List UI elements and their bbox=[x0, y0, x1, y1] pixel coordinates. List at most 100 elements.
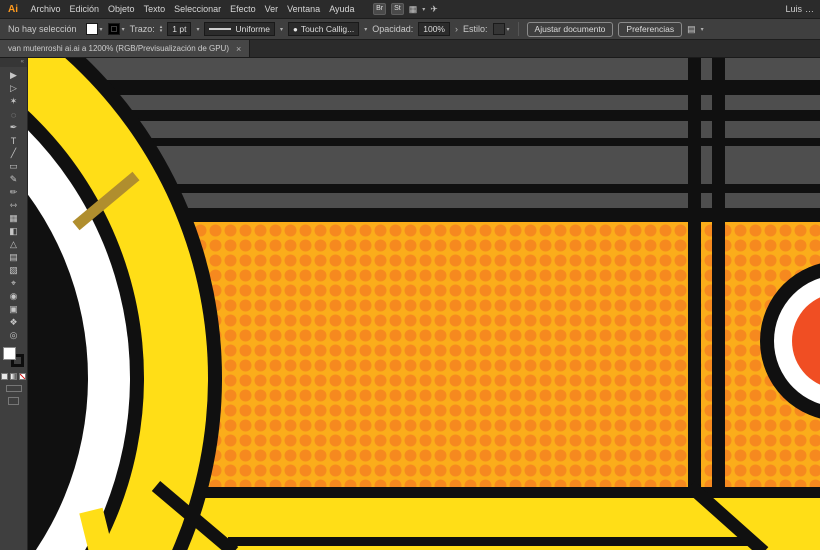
stripe bbox=[28, 110, 820, 121]
style-swatch[interactable] bbox=[493, 23, 505, 35]
preferences-button[interactable]: Preferencias bbox=[618, 22, 682, 37]
screen-mode-button[interactable] bbox=[8, 397, 19, 405]
menubar: Ai ArchivoEdiciónObjetoTextoSeleccionarE… bbox=[0, 0, 820, 18]
menubar-icons: Br St ▦ ▾ ✈ bbox=[373, 3, 438, 15]
selection-status: No hay selección bbox=[8, 24, 77, 34]
workspace-icon[interactable]: ▦ bbox=[409, 4, 418, 15]
stroke-profile-dropdown[interactable]: Uniforme bbox=[204, 22, 274, 36]
user-menu[interactable]: Luis … bbox=[785, 4, 814, 14]
drawing-mode-button[interactable] bbox=[6, 385, 22, 392]
magic-wand-tool[interactable]: ✶ bbox=[0, 95, 27, 108]
style-control[interactable]: ▾ bbox=[493, 23, 510, 35]
artboard-tool[interactable]: ▣ bbox=[0, 303, 27, 316]
stock-badge[interactable]: St bbox=[391, 3, 404, 15]
brush-dropdown[interactable]: ● Touch Callig... bbox=[288, 22, 359, 36]
chevron-down-icon[interactable]: ▾ bbox=[122, 26, 125, 33]
chevron-down-icon[interactable]: ▾ bbox=[100, 26, 103, 33]
tab-bar-empty bbox=[250, 40, 820, 57]
chevron-down-icon[interactable]: ▾ bbox=[701, 26, 704, 33]
pen-tool[interactable]: ✒ bbox=[0, 121, 27, 134]
menu-item[interactable]: Seleccionar bbox=[170, 0, 226, 18]
opacity-panel-chevron-icon[interactable]: › bbox=[455, 24, 458, 34]
rectangle-tool[interactable]: ▭ bbox=[0, 160, 27, 173]
tools-panel: « ▶ ▷ ✶ ◌ ✒ T ╱ ▭ bbox=[0, 58, 28, 550]
stroke-color-control[interactable]: ▾ bbox=[108, 23, 125, 35]
stroke-profile-icon bbox=[209, 28, 231, 30]
tab-bar: van mutenroshi ai.ai a 1200% (RGB/Previs… bbox=[0, 40, 820, 58]
gradient-tool[interactable]: ▧ bbox=[0, 264, 27, 277]
artwork bbox=[28, 58, 820, 550]
main-area: « ▶ ▷ ✶ ◌ ✒ T ╱ ▭ bbox=[0, 58, 820, 550]
bridge-badge[interactable]: Br bbox=[373, 3, 386, 15]
stroke-weight-stepper[interactable]: ▴ ▾ bbox=[160, 25, 163, 33]
close-tab-icon[interactable]: × bbox=[236, 44, 241, 54]
gradient-button[interactable] bbox=[10, 373, 17, 380]
menu-list: ArchivoEdiciónObjetoTextoSeleccionarEfec… bbox=[26, 0, 359, 18]
none-button[interactable] bbox=[19, 373, 26, 380]
chevron-down-icon[interactable]: ▾ bbox=[196, 26, 199, 33]
chevron-down-icon[interactable]: ▾ bbox=[422, 6, 425, 13]
menu-item[interactable]: Ver bbox=[260, 0, 283, 18]
stepper-down-icon[interactable]: ▾ bbox=[160, 29, 163, 33]
free-transform-tool[interactable]: ▦ bbox=[0, 212, 27, 225]
style-label: Estilo: bbox=[463, 24, 488, 34]
document-tab[interactable]: van mutenroshi ai.ai a 1200% (RGB/Previs… bbox=[0, 40, 250, 57]
fill-color-control[interactable]: ▾ bbox=[86, 23, 103, 35]
fill-indicator[interactable] bbox=[3, 347, 16, 360]
opacity-field[interactable]: 100% bbox=[418, 22, 450, 36]
menu-item[interactable]: Objeto bbox=[104, 0, 140, 18]
opacity-label: Opacidad: bbox=[372, 24, 413, 34]
paintbrush-tool[interactable]: ✎ bbox=[0, 173, 27, 186]
brush-icon: ● bbox=[293, 25, 298, 34]
brush-value: Touch Callig... bbox=[301, 24, 354, 34]
fit-document-button[interactable]: Ajustar documento bbox=[527, 22, 614, 37]
stroke-profile-value: Uniforme bbox=[235, 24, 269, 34]
tool-list: ▶ ▷ ✶ ◌ ✒ T ╱ ▭ ✎ ✏ bbox=[0, 67, 27, 342]
chevron-down-icon[interactable]: ▾ bbox=[280, 26, 283, 33]
color-button[interactable] bbox=[1, 373, 8, 380]
menu-item[interactable]: Texto bbox=[139, 0, 170, 18]
menu-item[interactable]: Archivo bbox=[26, 0, 65, 18]
menu-item[interactable]: Edición bbox=[65, 0, 104, 18]
divider bbox=[518, 22, 519, 36]
arrange-documents-icon[interactable]: ▤ bbox=[687, 24, 696, 35]
stripe bbox=[28, 80, 820, 95]
stroke-weight-label: Trazo: bbox=[130, 24, 155, 34]
blend-tool[interactable]: ◉ bbox=[0, 290, 27, 303]
lasso-tool[interactable]: ◌ bbox=[0, 108, 27, 121]
menu-item[interactable]: Ayuda bbox=[325, 0, 359, 18]
fill-color-swatch[interactable] bbox=[86, 23, 98, 35]
app-logo: Ai bbox=[0, 4, 26, 15]
shape-builder-tool[interactable]: ◧ bbox=[0, 225, 27, 238]
menu-item[interactable]: Efecto bbox=[226, 0, 261, 18]
mesh-tool[interactable]: ▤ bbox=[0, 251, 27, 264]
line-segment-tool[interactable]: ╱ bbox=[0, 147, 27, 160]
control-bar: No hay selección ▾ ▾ Trazo: ▴ ▾ 1 pt ▾ U… bbox=[0, 18, 820, 40]
chevron-down-icon[interactable]: ▾ bbox=[507, 26, 510, 33]
document-tab-title: van mutenroshi ai.ai a 1200% (RGB/Previs… bbox=[8, 44, 229, 53]
band-black-line bbox=[228, 537, 748, 546]
fill-stroke-widget[interactable] bbox=[3, 347, 24, 367]
paint-buttons bbox=[1, 373, 26, 380]
stroke-weight-value: 1 pt bbox=[172, 24, 186, 34]
menu-item[interactable]: Ventana bbox=[283, 0, 325, 18]
type-tool[interactable]: T bbox=[0, 134, 27, 147]
hand-tool[interactable]: ❖ bbox=[0, 316, 27, 329]
toolbar-collapse-icon[interactable]: « bbox=[0, 58, 27, 67]
share-icon[interactable]: ✈ bbox=[430, 4, 438, 15]
perspective-grid-tool[interactable]: △ bbox=[0, 238, 27, 251]
pencil-tool[interactable]: ✏ bbox=[0, 186, 27, 199]
canvas[interactable] bbox=[28, 58, 820, 550]
chevron-down-icon[interactable]: ▾ bbox=[364, 26, 367, 33]
opacity-value: 100% bbox=[423, 24, 445, 34]
more-icon: … bbox=[805, 4, 814, 14]
width-tool[interactable]: ⇿ bbox=[0, 199, 27, 212]
selection-tool[interactable]: ▶ bbox=[0, 69, 27, 82]
vertical-line bbox=[712, 58, 725, 498]
stroke-color-swatch[interactable] bbox=[108, 23, 120, 35]
eyedropper-tool[interactable]: ⌖ bbox=[0, 277, 27, 290]
stroke-weight-field[interactable]: 1 pt bbox=[167, 22, 191, 36]
zoom-tool[interactable]: ◎ bbox=[0, 329, 27, 342]
illustrator-app: Ai ArchivoEdiciónObjetoTextoSeleccionarE… bbox=[0, 0, 820, 550]
direct-selection-tool[interactable]: ▷ bbox=[0, 82, 27, 95]
